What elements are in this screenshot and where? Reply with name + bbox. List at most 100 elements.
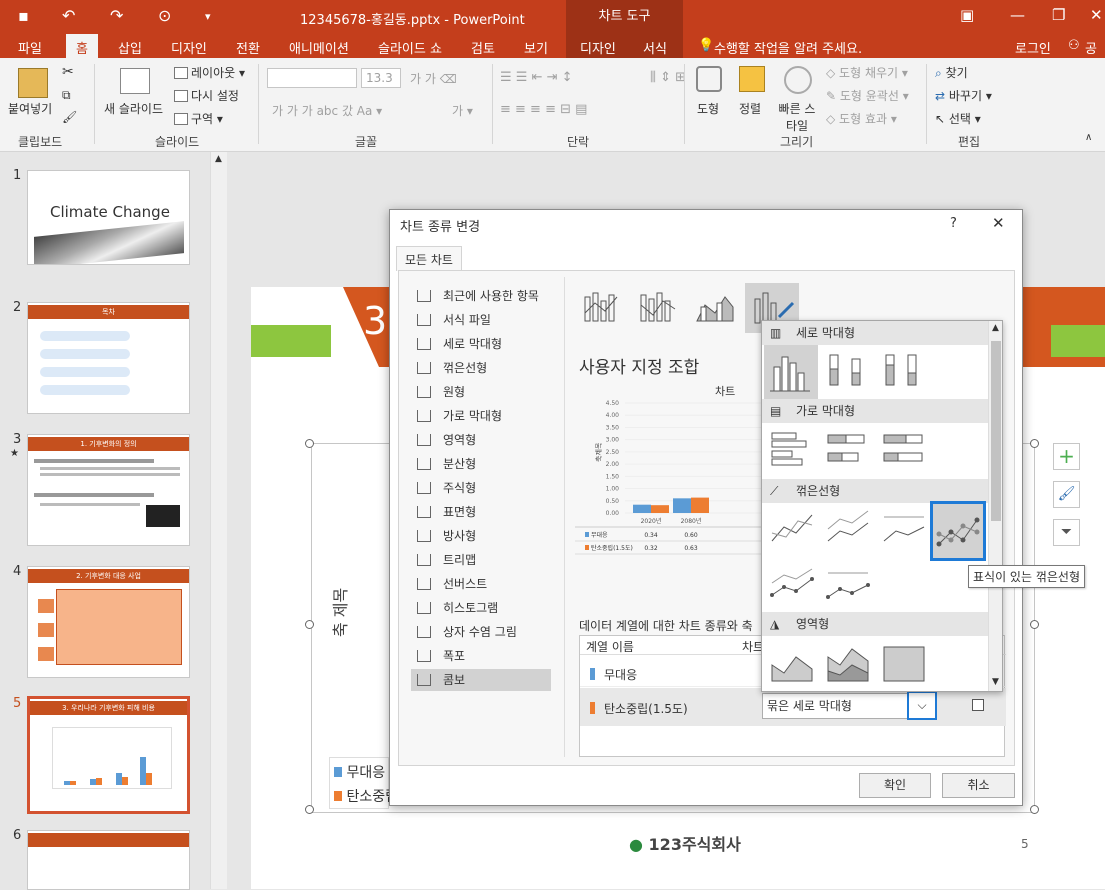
category-combo[interactable]: 콤보: [411, 669, 551, 691]
slide-thumb-2[interactable]: 목차: [27, 302, 190, 414]
font-grow-shrink-icons[interactable]: 가 가 ⌫: [410, 70, 457, 87]
tab-home[interactable]: 홈: [66, 34, 98, 58]
tab-transitions[interactable]: 전환: [236, 38, 260, 57]
presenter-icon[interactable]: ⊙: [158, 6, 171, 25]
shape-outline-button[interactable]: ✎ 도형 윤곽선 ▾: [826, 87, 909, 104]
category-scatter[interactable]: 분산형: [411, 453, 551, 475]
close-dialog-button[interactable]: ✕: [992, 214, 1005, 232]
redo-icon[interactable]: ↷: [110, 6, 123, 25]
collapse-ribbon-icon[interactable]: ∧: [1085, 132, 1092, 143]
line-with-markers-option[interactable]: [930, 501, 986, 561]
new-slide-icon[interactable]: [120, 68, 150, 94]
stacked-100-bar-option[interactable]: [880, 429, 928, 469]
tab-chart-design[interactable]: 디자인: [580, 38, 616, 57]
scroll-up-icon[interactable]: ▲: [215, 154, 222, 164]
stacked-100-area-option[interactable]: [880, 643, 928, 683]
stacked-line-option[interactable]: [824, 507, 872, 547]
tab-file[interactable]: 파일: [18, 38, 42, 57]
category-column[interactable]: 세로 막대형: [411, 333, 551, 355]
stacked-100-column-option[interactable]: [880, 349, 928, 389]
minimize-icon[interactable]: —: [1010, 6, 1025, 24]
slide-thumb-1[interactable]: Climate Change: [27, 170, 190, 265]
category-area[interactable]: 영역형: [411, 429, 551, 451]
combo-variant-3-icon[interactable]: [691, 283, 739, 327]
gallery-scrollbar[interactable]: ▲ ▼: [988, 321, 1002, 691]
font-size-box[interactable]: 13.3: [361, 68, 401, 88]
layout-button[interactable]: 레이아웃 ▾: [174, 64, 245, 81]
category-bar[interactable]: 가로 막대형: [411, 405, 551, 427]
paste-icon[interactable]: [18, 68, 48, 98]
chart-styles-brush-icon[interactable]: 🖌: [1053, 481, 1080, 508]
combo-variant-1-icon[interactable]: [579, 283, 627, 327]
replace-button[interactable]: ⇄ 바꾸기 ▾: [935, 87, 992, 104]
list-icons[interactable]: ☰ ☰ ⇤ ⇥ ↕: [500, 70, 573, 85]
scroll-up-icon[interactable]: ▲: [992, 323, 999, 333]
category-stock[interactable]: 주식형: [411, 477, 551, 499]
font-style-icons[interactable]: 가 가 가 abc 갔 Aa ▾: [272, 102, 382, 119]
combo-variant-2-icon[interactable]: [635, 283, 683, 327]
resize-handle[interactable]: [1030, 805, 1039, 814]
select-button[interactable]: ↖ 선택 ▾: [935, 110, 981, 127]
category-line[interactable]: 꺾은선형: [411, 357, 551, 379]
stacked-area-option[interactable]: [824, 643, 872, 683]
resize-handle[interactable]: [1030, 620, 1039, 629]
resize-handle[interactable]: [1030, 439, 1039, 448]
clustered-column-option[interactable]: [764, 345, 818, 401]
ribbon-options-icon[interactable]: ▣: [960, 6, 974, 24]
align-icons[interactable]: ≡ ≡ ≡ ≡ ⊟ ▤: [500, 102, 587, 117]
tab-chart-format[interactable]: 서식: [643, 38, 667, 57]
format-painter-icon[interactable]: 🖌: [62, 110, 77, 124]
shapes-button[interactable]: 도형: [697, 100, 719, 117]
cut-icon[interactable]: ✂: [62, 64, 74, 80]
category-radar[interactable]: 방사형: [411, 525, 551, 547]
category-waterfall[interactable]: 폭포: [411, 645, 551, 667]
thumb-scrollbar[interactable]: ▲: [210, 152, 227, 889]
slide-thumb-5[interactable]: 3. 우리나라 기후변화 피해 비용: [27, 696, 190, 814]
tab-all-charts[interactable]: 모든 차트: [396, 246, 462, 271]
stacked-line-markers-option[interactable]: [768, 565, 816, 605]
tab-insert[interactable]: 삽입: [118, 38, 142, 57]
find-button[interactable]: ⌕ 찾기: [935, 64, 968, 81]
sign-in-link[interactable]: 로그인: [1015, 38, 1051, 57]
resize-handle[interactable]: [305, 620, 314, 629]
resize-handle[interactable]: [305, 805, 314, 814]
slide-thumb-6[interactable]: [27, 830, 190, 890]
help-button[interactable]: ?: [950, 216, 957, 231]
font-name-box[interactable]: [267, 68, 357, 88]
text-direction-icon[interactable]: ⫼ ⇕ ⊞: [650, 70, 686, 85]
line-option[interactable]: [768, 507, 816, 547]
new-slide-button[interactable]: 새 슬라이드: [104, 100, 163, 117]
category-sunburst[interactable]: 선버스트: [411, 573, 551, 595]
resize-handle[interactable]: [305, 439, 314, 448]
shapes-icon[interactable]: [696, 66, 722, 92]
stacked-100-line-markers-option[interactable]: [824, 565, 872, 605]
secondary-axis-checkbox[interactable]: [972, 699, 984, 711]
tab-review[interactable]: 검토: [471, 38, 495, 57]
category-templates[interactable]: 서식 파일: [411, 309, 551, 331]
tell-me-box[interactable]: 수행할 작업을 알려 주세요.: [714, 38, 862, 57]
category-box-whisker[interactable]: 상자 수염 그림: [411, 621, 551, 643]
chart-elements-plus-icon[interactable]: +: [1053, 443, 1080, 470]
copy-icon[interactable]: ⧉: [62, 88, 71, 103]
stacked-100-line-option[interactable]: [880, 507, 928, 547]
category-recent[interactable]: 최근에 사용한 항목: [411, 285, 551, 307]
tab-view[interactable]: 보기: [524, 38, 548, 57]
undo-icon[interactable]: ↶: [62, 6, 75, 25]
category-surface[interactable]: 표면형: [411, 501, 551, 523]
cancel-button[interactable]: 취소: [942, 773, 1015, 798]
font-color-icon[interactable]: 가 ▾: [452, 102, 473, 119]
quick-style-button[interactable]: 빠른 스타일: [774, 100, 820, 134]
ok-button[interactable]: 확인: [859, 773, 931, 798]
scroll-down-icon[interactable]: ▼: [992, 677, 999, 687]
category-pie[interactable]: 원형: [411, 381, 551, 403]
category-histogram[interactable]: 히스토그램: [411, 597, 551, 619]
chart-filter-icon[interactable]: ⏷: [1053, 519, 1080, 546]
clustered-bar-option[interactable]: [768, 429, 816, 469]
arrange-button[interactable]: 정렬: [739, 100, 761, 117]
slide-thumb-4[interactable]: 2. 기후변화 대응 사업: [27, 566, 190, 678]
tab-design[interactable]: 디자인: [171, 38, 207, 57]
tab-animations[interactable]: 애니메이션: [289, 38, 349, 57]
save-icon[interactable]: ▪: [18, 6, 29, 25]
section-button[interactable]: 구역 ▾: [174, 110, 223, 127]
quick-style-icon[interactable]: [784, 66, 812, 94]
